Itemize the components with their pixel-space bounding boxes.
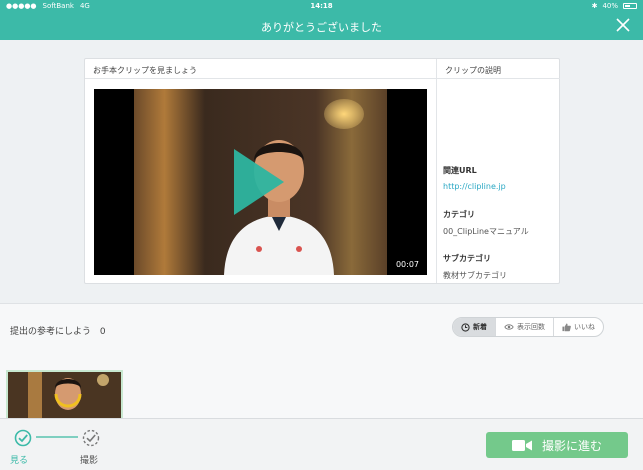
related-url-link[interactable]: http://clipline.jp xyxy=(443,182,554,191)
category-label: カテゴリ xyxy=(443,210,475,219)
play-icon[interactable] xyxy=(234,149,284,215)
clock-icon xyxy=(461,322,470,332)
proceed-button-label: 撮影に進む xyxy=(541,438,602,453)
check-circle-icon xyxy=(14,429,32,447)
subcategory-value: 教材サブカテゴリ xyxy=(443,271,507,280)
header-bar: ありがとうございました xyxy=(0,12,643,40)
reference-section: 提出の参考にしよう 0 新着 表示回数 いいね xyxy=(0,304,643,420)
submission-thumbnail[interactable] xyxy=(6,370,123,420)
step-shoot-label: 撮影 xyxy=(80,456,99,466)
dashed-check-circle-icon xyxy=(82,429,100,447)
clip-video-column: お手本クリップを見ましょう 00:07 xyxy=(85,59,436,283)
clip-card: お手本クリップを見ましょう 00:07 クリップの説明 関連URL http:/… xyxy=(84,58,560,284)
sort-tab-label: 表示回数 xyxy=(517,323,545,331)
page-title: ありがとうございました xyxy=(261,21,382,34)
sort-tab-views[interactable]: 表示回数 xyxy=(496,318,554,336)
step-watch-label: 見る xyxy=(10,456,29,466)
reference-label: 提出の参考にしよう xyxy=(10,327,92,337)
eye-icon xyxy=(504,324,514,330)
subcategory-label: サブカテゴリ xyxy=(443,254,491,263)
close-icon[interactable] xyxy=(615,17,631,33)
category-value: 00_ClipLineマニュアル xyxy=(443,227,529,236)
progress-line xyxy=(36,436,78,438)
related-url-label: 関連URL xyxy=(443,166,477,175)
video-camera-icon xyxy=(511,439,532,451)
clip-description-column: クリップの説明 関連URL http://clipline.jp カテゴリ 00… xyxy=(436,59,560,283)
video-duration: 00:07 xyxy=(395,260,419,269)
thumbnail-presenter xyxy=(8,372,121,418)
sort-tab-label: いいね xyxy=(574,323,595,331)
reference-count-label: 提出の参考にしよう 0 xyxy=(10,324,106,337)
video-heading: お手本クリップを見ましょう xyxy=(85,59,436,79)
bottom-bar: 見る 撮影 撮影に進む xyxy=(0,418,643,470)
reference-count: 0 xyxy=(99,327,106,337)
battery-icon xyxy=(623,3,637,9)
video-player[interactable]: 00:07 xyxy=(94,89,427,275)
sort-segmented-control: 新着 表示回数 いいね xyxy=(452,317,604,337)
sort-tab-label: 新着 xyxy=(473,323,487,331)
clip-info: 関連URL http://clipline.jp カテゴリ 00_ClipLin… xyxy=(437,165,560,281)
thumbs-up-icon xyxy=(562,322,571,331)
proceed-to-shoot-button[interactable]: 撮影に進む xyxy=(486,432,628,458)
sort-tab-likes[interactable]: いいね xyxy=(554,318,603,336)
status-bar: ●●●●● SoftBank 4G 14:18 ✱ 40% xyxy=(0,0,643,12)
sort-tab-newest[interactable]: 新着 xyxy=(453,318,496,336)
status-time: 14:18 xyxy=(310,2,333,10)
description-heading: クリップの説明 xyxy=(437,59,560,79)
